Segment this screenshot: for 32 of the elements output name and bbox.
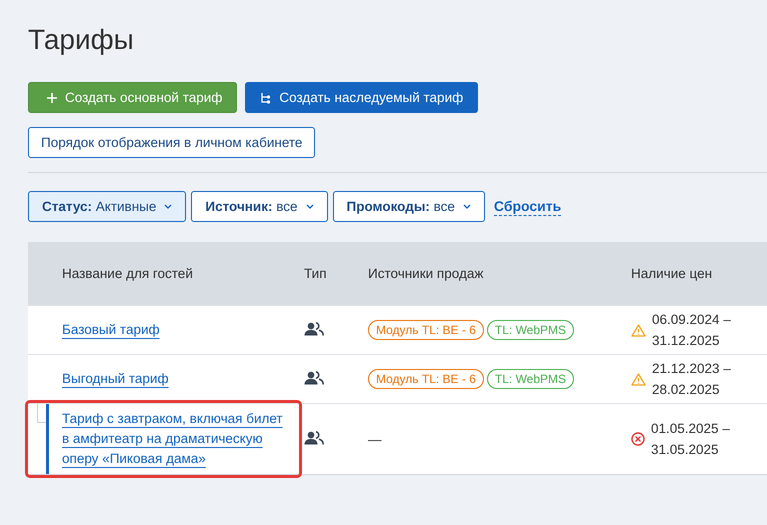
column-header: Источники продаж [368,266,484,281]
reset-link[interactable]: Сбросить [494,198,562,216]
tariff-link[interactable]: Базовый тариф [62,320,160,340]
create-button[interactable]: Создать основной тариф [28,82,238,113]
people-icon [304,322,324,336]
source-tag: TL: WebPMS [486,320,574,340]
chevron-icon [306,204,314,209]
column-header: Наличие цен [631,266,712,281]
people-icon [304,370,324,384]
column-header: Название для гостей [62,266,193,281]
filter-dropdown[interactable]: Статус: Активные [28,191,186,222]
hierarchy-icon [260,92,272,104]
inherited-marker [46,404,49,474]
display-order-button[interactable]: Порядок отображения в личном кабинете [28,127,316,158]
price-dates: 21.12.2023 – 28.02.2025 [652,360,731,399]
column-header: Тип [304,266,327,281]
price-dates: 01.05.2025 – 31.05.2025 [651,420,730,459]
create-button[interactable]: Создать наследуемый тариф [245,82,478,113]
filter-dropdown[interactable]: Промокоды: все [332,191,485,222]
tariff-link[interactable]: Тариф с завтраком, включая билет в амфитеатр на драматическую оперу «Пиковая дама» [62,409,284,469]
plus-icon [47,92,57,102]
source-tag: Модуль TL: BE - 6 [368,320,484,340]
source-tag: Модуль TL: BE - 6 [368,369,484,389]
price-dates: 06.09.2024 – 31.12.2025 [652,311,731,350]
filter-dropdown[interactable]: Источник: все [191,191,328,222]
people-icon [304,430,324,444]
chevron-icon [462,204,471,209]
chevron-icon [164,204,172,209]
page-title: Тарифы [28,23,135,57]
source-tag: TL: WebPMS [486,369,574,389]
empty-value: — [368,432,382,446]
tariff-link[interactable]: Выгодный тариф [62,369,169,389]
